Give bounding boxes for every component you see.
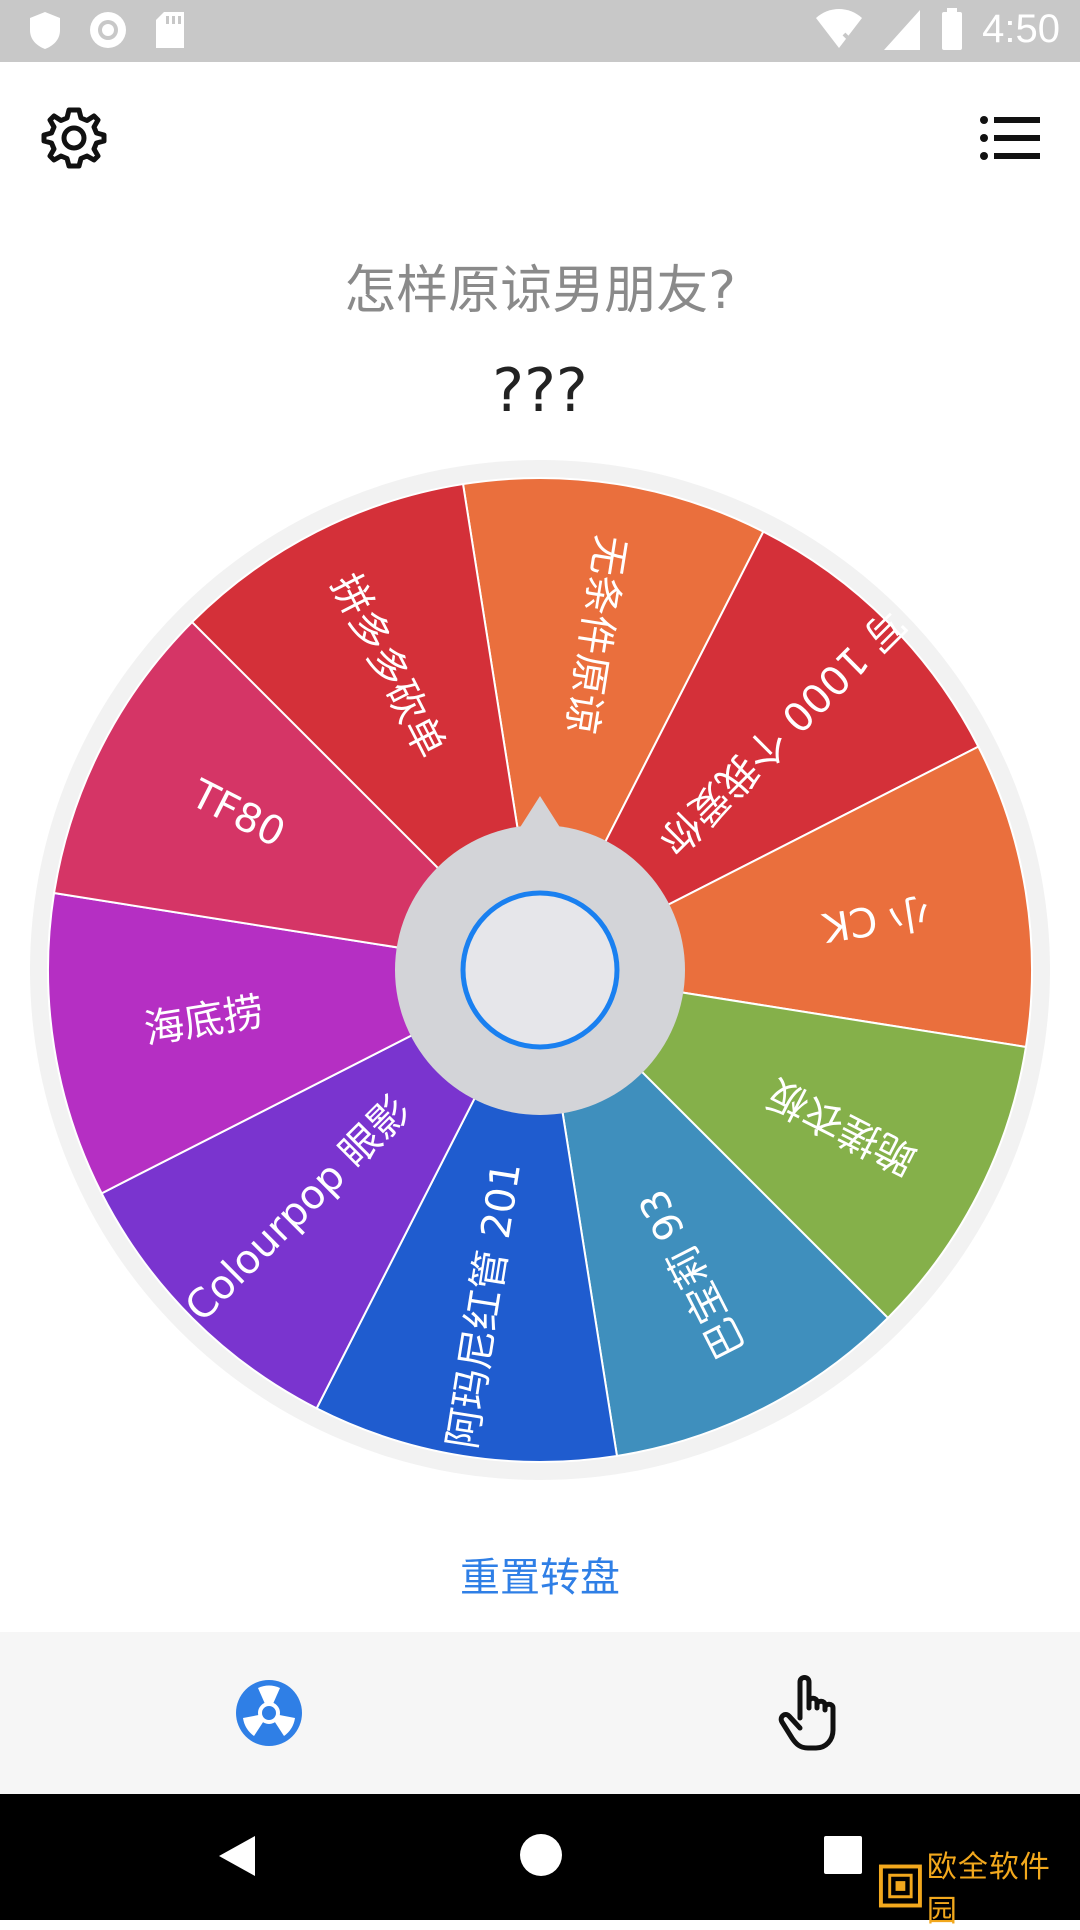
recent-apps-icon <box>824 1836 862 1874</box>
list-button[interactable] <box>978 106 1042 170</box>
back-button[interactable] <box>215 1832 259 1884</box>
home-button[interactable] <box>518 1832 564 1882</box>
shield-icon <box>30 12 60 49</box>
recent-apps-button[interactable] <box>822 1834 864 1880</box>
status-bar: 4:50 <box>0 0 1080 62</box>
tap-hand-icon <box>778 1675 836 1751</box>
spin-wheel[interactable]: 无条件原谅写 1000 个我爱你小 CK 跪搓衣板 巴宝莉 93 阿玛尼红管 201 C… <box>30 460 1050 1480</box>
wheel-icon <box>236 1680 302 1746</box>
circle-icon <box>90 12 126 48</box>
top-bar <box>0 62 1080 212</box>
home-icon <box>520 1834 562 1876</box>
battery-icon <box>942 8 963 50</box>
wheel-title: 怎样原谅男朋友? <box>344 261 736 321</box>
list-icon <box>980 116 1040 160</box>
spin-result: ??? <box>492 356 588 426</box>
status-left-icons <box>28 10 186 50</box>
spin-button[interactable] <box>460 890 620 1050</box>
watermark-logo-icon <box>878 1864 922 1908</box>
back-icon <box>219 1836 255 1876</box>
gear-icon <box>41 107 107 169</box>
nav-tap-tab[interactable] <box>776 1672 846 1752</box>
status-time: 4:50 <box>982 6 1060 51</box>
sd-card-icon <box>156 12 184 48</box>
nav-wheel-tab[interactable] <box>232 1676 306 1750</box>
wifi-off-icon <box>816 9 863 48</box>
bottom-nav <box>0 1632 1080 1794</box>
signal-icon <box>884 10 921 50</box>
watermark: 欧全软件园 <box>878 1850 1078 1929</box>
watermark-text: 欧全软件园 <box>926 1850 1051 1929</box>
wheel-graphic[interactable]: 无条件原谅写 1000 个我爱你小 CK跪搓衣板巴宝莉 93阿玛尼红管 201C… <box>30 460 1050 1480</box>
settings-button[interactable] <box>38 102 110 174</box>
status-right-icons: 4:50 <box>814 6 1060 52</box>
reset-wheel-button[interactable]: 重置转盘 <box>0 1545 1080 1603</box>
